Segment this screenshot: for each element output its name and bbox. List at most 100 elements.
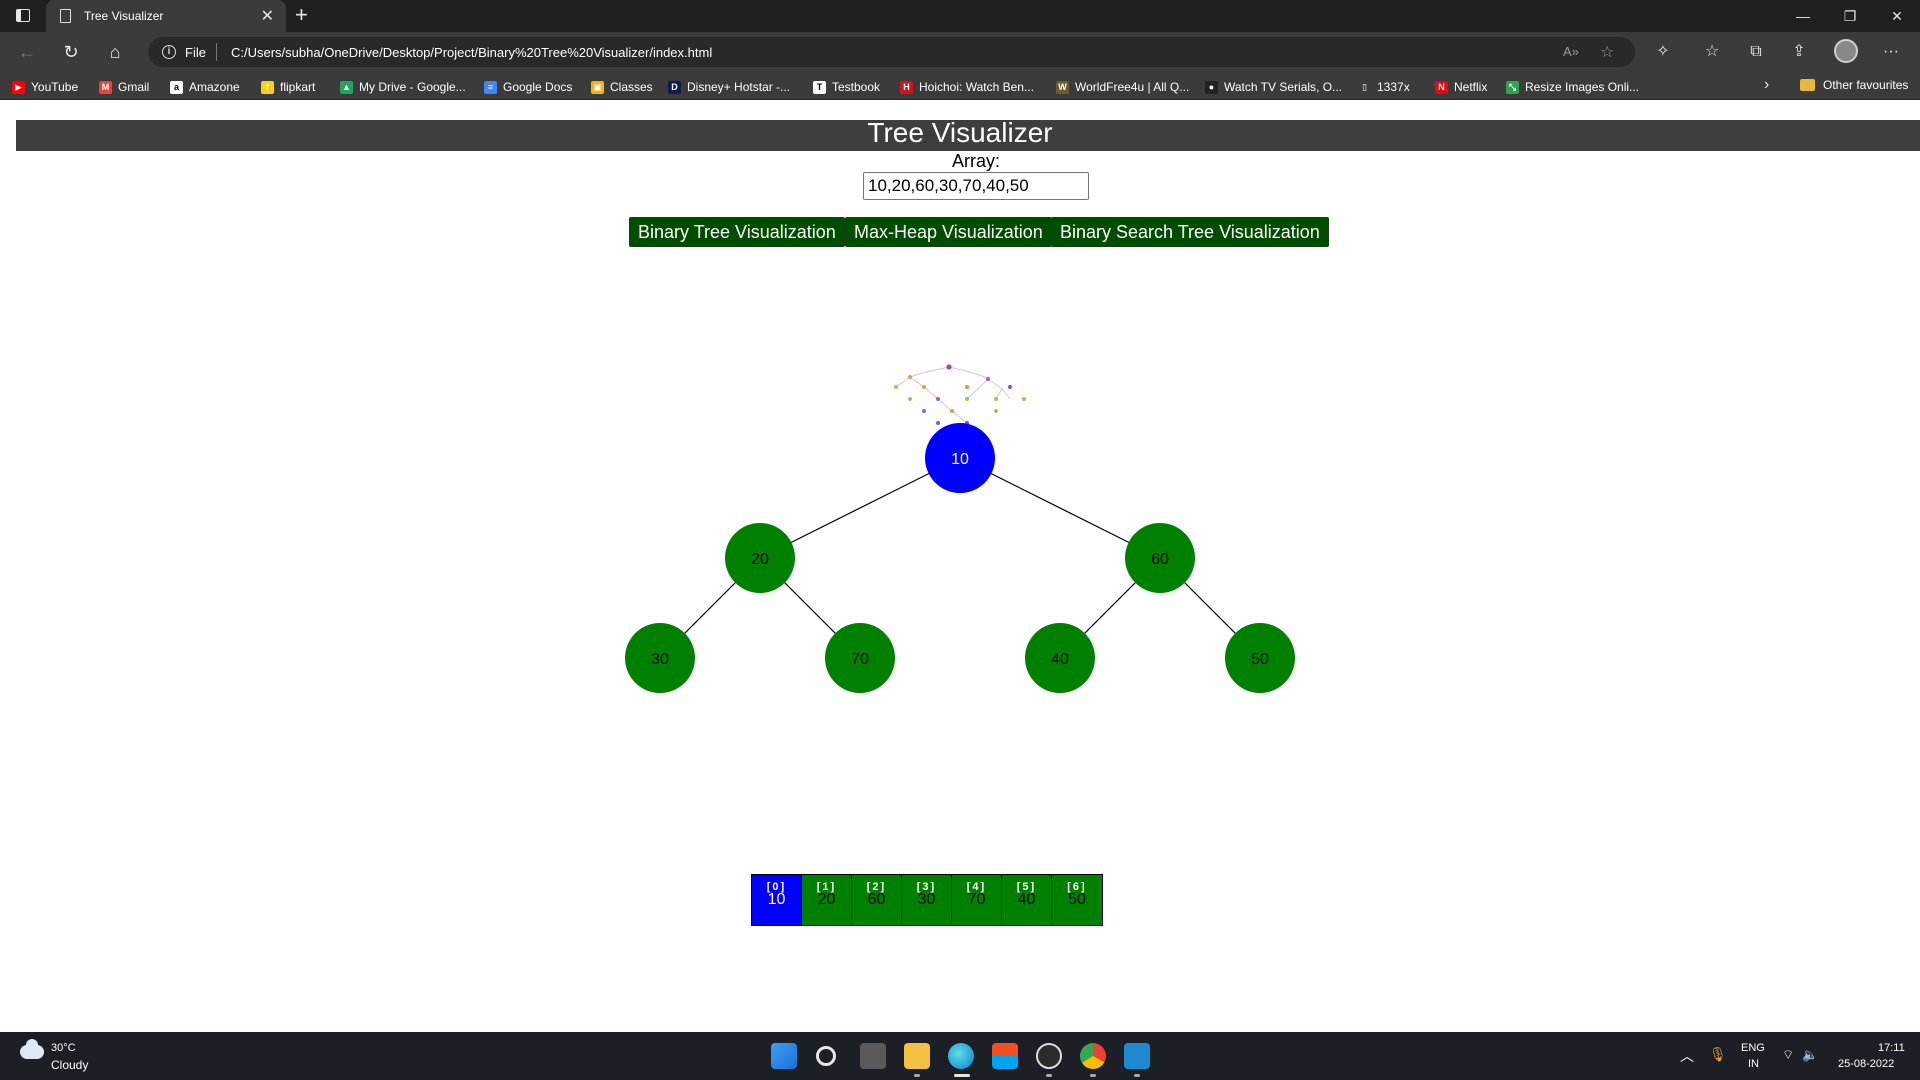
show-hidden-icons-icon[interactable]: ︿ bbox=[1680, 1046, 1694, 1066]
refresh-button[interactable]: ↻ bbox=[56, 38, 86, 66]
flipkart-icon: f bbox=[261, 80, 274, 94]
obs-icon[interactable] bbox=[1036, 1043, 1062, 1069]
bookmark-hoichoi-watch-ben[interactable]: H Hoichoi: Watch Ben... bbox=[900, 78, 1034, 96]
volume-icon[interactable]: 🔈 bbox=[1802, 1047, 1818, 1063]
tree-node-value: 70 bbox=[851, 651, 869, 668]
minimize-button[interactable]: — bbox=[1780, 0, 1826, 32]
favorites-icon[interactable]: ☆ bbox=[1701, 41, 1723, 63]
read-aloud-icon[interactable]: A» bbox=[1563, 44, 1579, 59]
running-indicator bbox=[1046, 1074, 1052, 1077]
page-icon: ▯ bbox=[1358, 80, 1371, 94]
tree-node: 70 bbox=[825, 623, 895, 693]
bookmark-youtube[interactable]: ▶ YouTube bbox=[12, 78, 78, 96]
running-indicator bbox=[1134, 1074, 1140, 1077]
drive-icon: ▲ bbox=[340, 80, 353, 94]
vscode-icon[interactable] bbox=[1124, 1043, 1150, 1069]
address-toolbar: ← ↻ ⌂ i File C:/Users/subha/OneDrive/Des… bbox=[0, 32, 1920, 72]
windows-start-icon[interactable] bbox=[771, 1043, 797, 1069]
bookmark-classes[interactable]: ▣ Classes bbox=[591, 78, 653, 96]
bookmark-resize-images-onli[interactable]: ⤡ Resize Images Onli... bbox=[1506, 78, 1639, 96]
store-icon[interactable] bbox=[992, 1043, 1018, 1069]
tree-node: 20 bbox=[725, 523, 795, 593]
bookmark-gmail[interactable]: M Gmail bbox=[99, 78, 149, 96]
restore-button[interactable]: ❐ bbox=[1827, 0, 1873, 32]
tab-actions-icon[interactable] bbox=[16, 9, 30, 22]
url-divider bbox=[216, 43, 217, 61]
new-tab-button[interactable]: + bbox=[295, 2, 308, 28]
bookmarks-bar: › Other favourites ▶ YouTube M Gmail a Amazon… bbox=[0, 72, 1920, 100]
url-text[interactable]: C:/Users/subha/OneDrive/Desktop/Project/… bbox=[231, 45, 712, 60]
youtube-icon: ▶ bbox=[12, 80, 25, 94]
bookmark-netflix[interactable]: N Netflix bbox=[1435, 78, 1487, 96]
bookmark-flipkart[interactable]: f flipkart bbox=[261, 78, 315, 96]
bookmark-label: flipkart bbox=[280, 80, 316, 94]
wifi-icon[interactable]: ⌔ bbox=[1782, 1047, 1794, 1063]
url-scheme-label: File bbox=[185, 45, 206, 60]
other-favourites-folder[interactable]: Other favourites bbox=[1800, 78, 1908, 92]
file-explorer-icon[interactable] bbox=[904, 1043, 930, 1069]
hotstar-icon: D bbox=[668, 80, 681, 94]
more-menu-icon[interactable]: ··· bbox=[1880, 41, 1902, 63]
tab-tree-visualizer[interactable]: Tree Visualizer ✕ bbox=[46, 0, 286, 32]
favorite-add-icon[interactable]: ☆ bbox=[1600, 42, 1614, 62]
tree-node-value: 60 bbox=[1151, 551, 1169, 568]
home-button[interactable]: ⌂ bbox=[100, 38, 130, 66]
profile-avatar[interactable] bbox=[1834, 39, 1858, 63]
bookmark-label: Classes bbox=[610, 80, 653, 94]
share-icon[interactable]: ⇪ bbox=[1788, 41, 1810, 63]
language-indicator[interactable]: ENG bbox=[1741, 1042, 1765, 1054]
cloud-icon[interactable] bbox=[20, 1039, 44, 1059]
search-icon[interactable] bbox=[816, 1046, 836, 1066]
task-view-icon[interactable] bbox=[860, 1043, 886, 1069]
weather-temperature[interactable]: 30°C bbox=[51, 1042, 76, 1054]
tree-node: 30 bbox=[625, 623, 695, 693]
gmail-icon: M bbox=[99, 80, 112, 94]
microphone-icon[interactable]: 🎙 bbox=[1709, 1046, 1727, 1063]
tree-node: 40 bbox=[1025, 623, 1095, 693]
back-button[interactable]: ← bbox=[12, 38, 42, 66]
region-indicator[interactable]: IN bbox=[1748, 1058, 1759, 1070]
bookmark-watch-tv-serials-o[interactable]: ● Watch TV Serials, O... bbox=[1205, 78, 1342, 96]
edge-icon[interactable] bbox=[948, 1043, 974, 1069]
chrome-icon[interactable] bbox=[1080, 1043, 1106, 1069]
document-icon bbox=[60, 9, 71, 23]
page-content: Tree Visualizer Array: Binary Tree Visua… bbox=[0, 101, 1920, 1017]
bookmark-amazone[interactable]: a Amazone bbox=[170, 78, 240, 96]
array-cell: [6] 50 bbox=[1052, 875, 1102, 925]
bookmark-worldfree4u-all-q[interactable]: W WorldFree4u | All Q... bbox=[1056, 78, 1189, 96]
array-cell-value: 50 bbox=[1068, 891, 1086, 908]
docs-icon: ≡ bbox=[484, 80, 497, 94]
bookmark-disney-hotstar[interactable]: D Disney+ Hotstar -... bbox=[668, 78, 790, 96]
amazon-icon: a bbox=[170, 80, 183, 94]
bookmark-1337x[interactable]: ▯ 1337x bbox=[1358, 78, 1410, 96]
bookmark-testbook[interactable]: T Testbook bbox=[813, 78, 880, 96]
bookmark-label: Google Docs bbox=[503, 80, 573, 94]
tree-node-value: 20 bbox=[751, 551, 769, 568]
array-cell-value: 70 bbox=[967, 891, 986, 908]
bookmark-my-drive-google[interactable]: ▲ My Drive - Google... bbox=[340, 78, 466, 96]
array-cell-value: 60 bbox=[867, 891, 886, 908]
address-bar[interactable]: i File C:/Users/subha/OneDrive/Desktop/P… bbox=[148, 37, 1635, 67]
site-info-icon[interactable]: i bbox=[162, 45, 176, 59]
array-cell: [5] 40 bbox=[1002, 875, 1052, 925]
bookmark-label: Gmail bbox=[118, 80, 150, 94]
tree-node-value: 40 bbox=[1051, 651, 1069, 668]
array-cell: [1] 20 bbox=[802, 875, 852, 925]
weather-description[interactable]: Cloudy bbox=[51, 1058, 88, 1072]
other-favourites-label: Other favourites bbox=[1823, 78, 1909, 92]
tree-node-value: 30 bbox=[651, 651, 669, 668]
bookmarks-overflow-icon[interactable]: › bbox=[1764, 76, 1769, 94]
bookmark-label: Watch TV Serials, O... bbox=[1224, 80, 1343, 94]
array-cell-value: 40 bbox=[1017, 891, 1036, 908]
bookmark-google-docs[interactable]: ≡ Google Docs bbox=[484, 78, 572, 96]
tab-close-icon[interactable]: ✕ bbox=[261, 6, 274, 26]
clock-time[interactable]: 17:11 bbox=[1878, 1042, 1905, 1054]
testbook-icon: T bbox=[813, 80, 826, 94]
bookmark-label: Netflix bbox=[1454, 80, 1488, 94]
classroom-icon: ▣ bbox=[591, 80, 604, 94]
browser-title-bar: Tree Visualizer ✕ + — ❐ ✕ bbox=[0, 0, 1920, 32]
close-window-button[interactable]: ✕ bbox=[1874, 0, 1920, 32]
collections-icon[interactable]: ⧉ bbox=[1745, 41, 1767, 63]
clock-date[interactable]: 25-08-2022 bbox=[1838, 1058, 1894, 1070]
extensions-icon[interactable]: ✧ bbox=[1652, 41, 1674, 63]
